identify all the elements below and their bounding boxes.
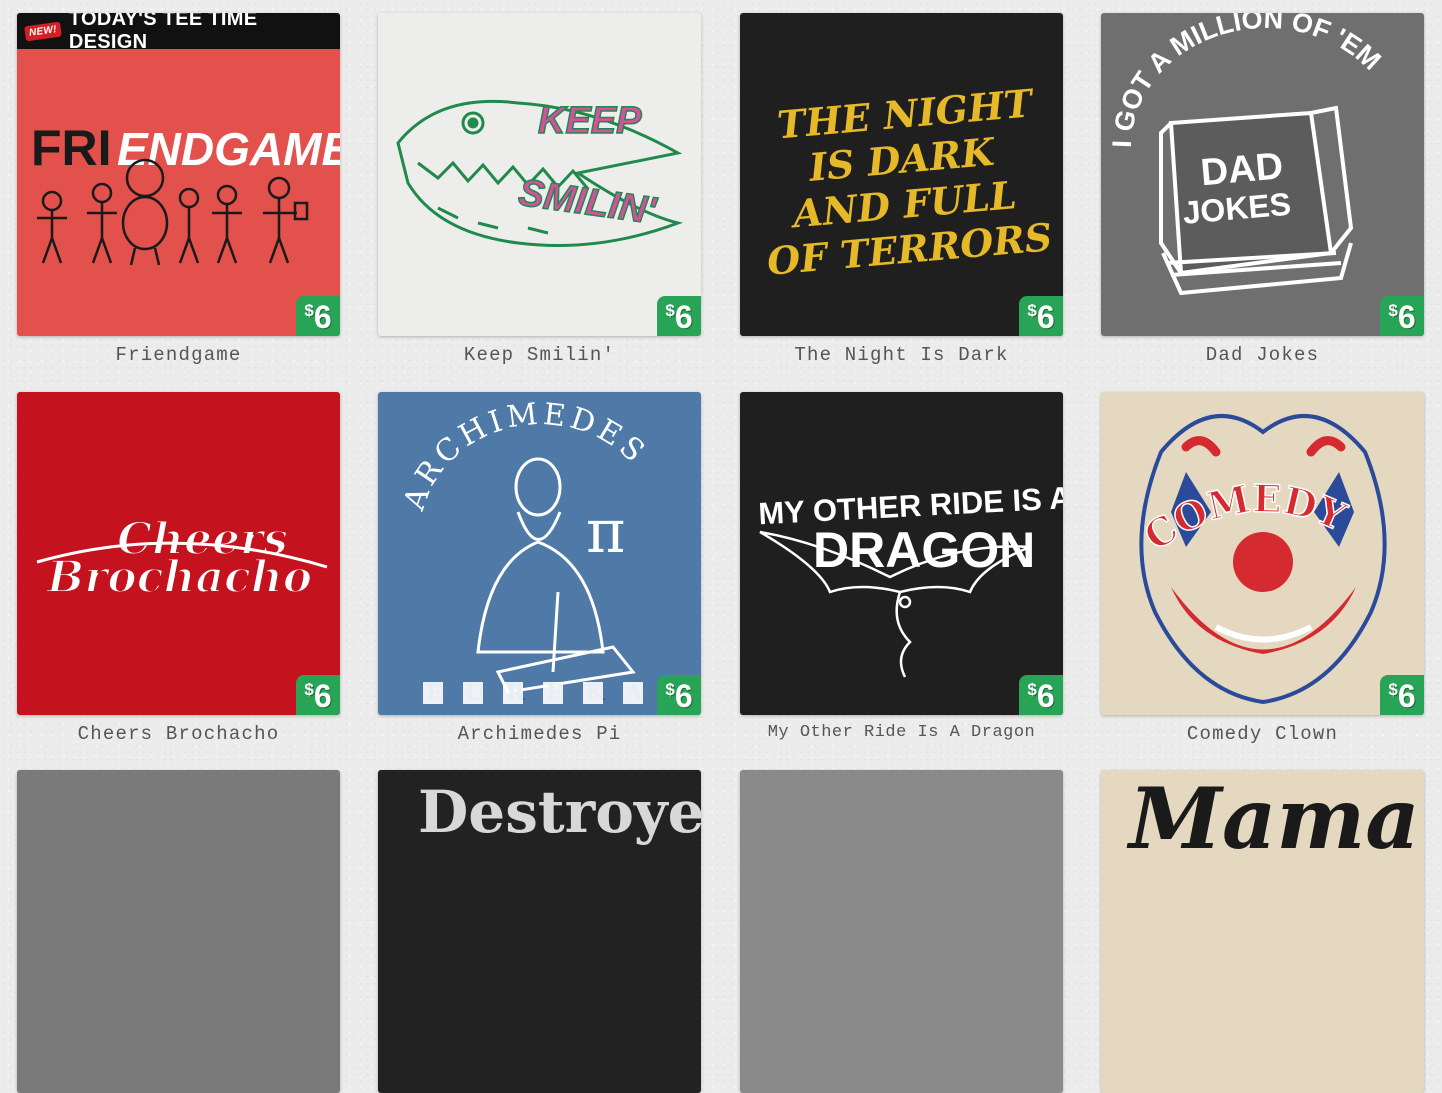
product-grid: FRI ENDGAME NEW! TODAY'S TEE TIME DESIGN… <box>0 0 1442 1093</box>
price-badge: $6 <box>657 296 701 336</box>
price-currency: $ <box>1388 301 1398 320</box>
keep-smilin-artwork: KEEP SMILIN' <box>396 99 684 247</box>
product-image[interactable]: Cheers Brochacho $6 <box>17 392 340 715</box>
price-badge: $6 <box>1019 675 1063 715</box>
product-card-friendgame[interactable]: FRI ENDGAME NEW! TODAY'S TEE TIME DESIGN… <box>17 13 340 366</box>
product-image[interactable]: I GOT A MILLION OF 'EM DAD JOKES $6 <box>1101 13 1424 336</box>
price-currency: $ <box>665 680 675 699</box>
product-image[interactable]: FRI ENDGAME NEW! TODAY'S TEE TIME DESIGN… <box>17 13 340 336</box>
price-badge: $6 <box>1019 296 1063 336</box>
price-amount: 6 <box>1036 299 1055 335</box>
art-text-pi: π <box>586 497 625 567</box>
product-image[interactable] <box>17 770 340 1093</box>
price-amount: 6 <box>674 299 693 335</box>
price-badge: $6 <box>657 675 701 715</box>
price-badge: $6 <box>1380 675 1424 715</box>
price-badge: $6 <box>296 675 340 715</box>
night-is-dark-artwork: THE NIGHT IS DARK AND FULL OF TERRORS <box>765 80 1054 284</box>
product-image[interactable]: KEEP SMILIN' $6 <box>378 13 701 336</box>
dragon-ride-artwork: MY OTHER RIDE IS A DRAGON <box>758 480 1063 678</box>
art-text-mama: Mama <box>1126 770 1420 868</box>
art-text-keep: KEEP <box>538 100 642 142</box>
art-text-brochacho: Brochacho <box>45 552 312 603</box>
dad-jokes-artwork: I GOT A MILLION OF 'EM DAD JOKES <box>1107 13 1387 296</box>
destroyer-artwork: Destroyer <box>418 778 701 846</box>
product-card-keep-smilin[interactable]: KEEP SMILIN' $6 Keep Smilin' <box>378 13 701 366</box>
product-title[interactable]: Keep Smilin' <box>378 344 701 366</box>
product-card-mama[interactable]: Mama <box>1101 770 1424 1093</box>
price-badge: $6 <box>1380 296 1424 336</box>
product-title[interactable]: Cheers Brochacho <box>17 723 340 745</box>
product-image[interactable]: Destroyer <box>378 770 701 1093</box>
price-currency: $ <box>1027 680 1037 699</box>
featured-banner: NEW! TODAY'S TEE TIME DESIGN <box>17 13 340 53</box>
price-amount: 6 <box>1036 678 1055 714</box>
art-text-fri: FRI <box>31 120 112 176</box>
price-currency: $ <box>665 301 675 320</box>
price-currency: $ <box>1027 301 1037 320</box>
product-image[interactable]: Mama <box>1101 770 1424 1093</box>
product-card-other-ride-dragon[interactable]: MY OTHER RIDE IS A DRAGON $6 My Other Ri… <box>740 392 1063 742</box>
comedy-clown-artwork: COMEDY <box>1135 414 1387 705</box>
art-text-destroyer: Destroyer <box>418 778 701 846</box>
new-badge: NEW! <box>24 21 62 41</box>
price-currency: $ <box>304 680 314 699</box>
friendgame-artwork: FRI ENDGAME <box>31 120 340 266</box>
product-card-night-is-dark[interactable]: THE NIGHT IS DARK AND FULL OF TERRORS $6… <box>740 13 1063 366</box>
product-card-comedy-clown[interactable]: COMEDY $6 Comedy Clown <box>1101 392 1424 745</box>
product-card-archimedes-pi[interactable]: ARCHIMEDES π EUREKA <box>378 392 701 745</box>
product-card-row3-1[interactable] <box>17 770 340 1093</box>
clown-nose <box>1233 532 1293 592</box>
product-card-destroyer[interactable]: Destroyer <box>378 770 701 1093</box>
product-title[interactable]: Friendgame <box>17 344 340 366</box>
price-amount: 6 <box>1397 678 1416 714</box>
product-title[interactable]: My Other Ride Is A Dragon <box>740 723 1063 742</box>
archimedes-portrait-drawing <box>476 457 636 694</box>
price-amount: 6 <box>674 678 693 714</box>
cheers-brochacho-artwork: Cheers Brochacho <box>36 513 328 604</box>
product-image[interactable]: MY OTHER RIDE IS A DRAGON $6 <box>740 392 1063 715</box>
art-text-dragon: DRAGON <box>813 522 1035 578</box>
price-amount: 6 <box>1397 299 1416 335</box>
price-amount: 6 <box>313 678 332 714</box>
price-currency: $ <box>304 301 314 320</box>
price-amount: 6 <box>313 299 332 335</box>
featured-banner-text: TODAY'S TEE TIME DESIGN <box>68 13 258 53</box>
product-card-cheers-brochacho[interactable]: Cheers Brochacho $6 Cheers Brochacho <box>17 392 340 745</box>
archimedes-pi-artwork: ARCHIMEDES π EUREKA <box>396 396 649 706</box>
art-text-smilin: SMILIN' <box>516 172 660 233</box>
product-title[interactable]: The Night Is Dark <box>740 344 1063 366</box>
product-card-row3-3[interactable] <box>740 770 1063 1093</box>
price-badge: $6 <box>296 296 340 336</box>
art-text-endgame: ENDGAME <box>117 123 340 175</box>
clown-mouth <box>1171 587 1356 654</box>
product-title[interactable]: Archimedes Pi <box>378 723 701 745</box>
price-currency: $ <box>1388 680 1398 699</box>
mama-artwork: Mama <box>1126 770 1420 868</box>
product-image[interactable]: THE NIGHT IS DARK AND FULL OF TERRORS $6 <box>740 13 1063 336</box>
product-card-dad-jokes[interactable]: I GOT A MILLION OF 'EM DAD JOKES $6 Dad … <box>1101 13 1424 366</box>
product-image[interactable]: ARCHIMEDES π EUREKA <box>378 392 701 715</box>
product-title[interactable]: Comedy Clown <box>1101 723 1424 745</box>
product-image[interactable] <box>740 770 1063 1093</box>
product-image[interactable]: COMEDY $6 <box>1101 392 1424 715</box>
product-title[interactable]: Dad Jokes <box>1101 344 1424 366</box>
